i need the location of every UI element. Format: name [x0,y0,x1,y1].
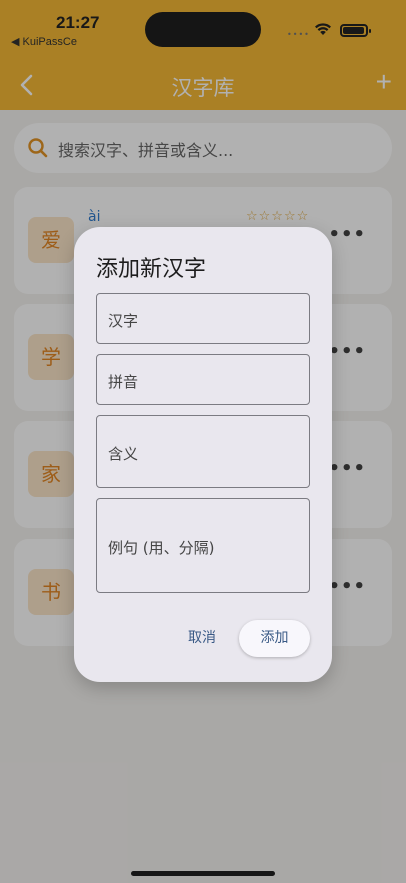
add-character-dialog: 添加新汉字 汉字 拼音 含义 例句 (用、分隔) 取消 添加 [74,227,332,682]
dialog-title: 添加新汉字 [96,257,207,282]
meaning-field[interactable]: 含义 [96,415,310,488]
cancel-button[interactable]: 取消 [188,627,216,647]
character-field[interactable]: 汉字 [96,293,310,344]
field-label: 含义 [108,445,139,463]
example-sentences-field[interactable]: 例句 (用、分隔) [96,498,310,593]
field-label: 拼音 [108,373,139,391]
pinyin-field[interactable]: 拼音 [96,354,310,405]
home-indicator [131,871,275,876]
field-label: 汉字 [108,312,139,330]
field-label: 例句 (用、分隔) [108,539,215,557]
add-button[interactable]: 添加 [239,620,310,657]
